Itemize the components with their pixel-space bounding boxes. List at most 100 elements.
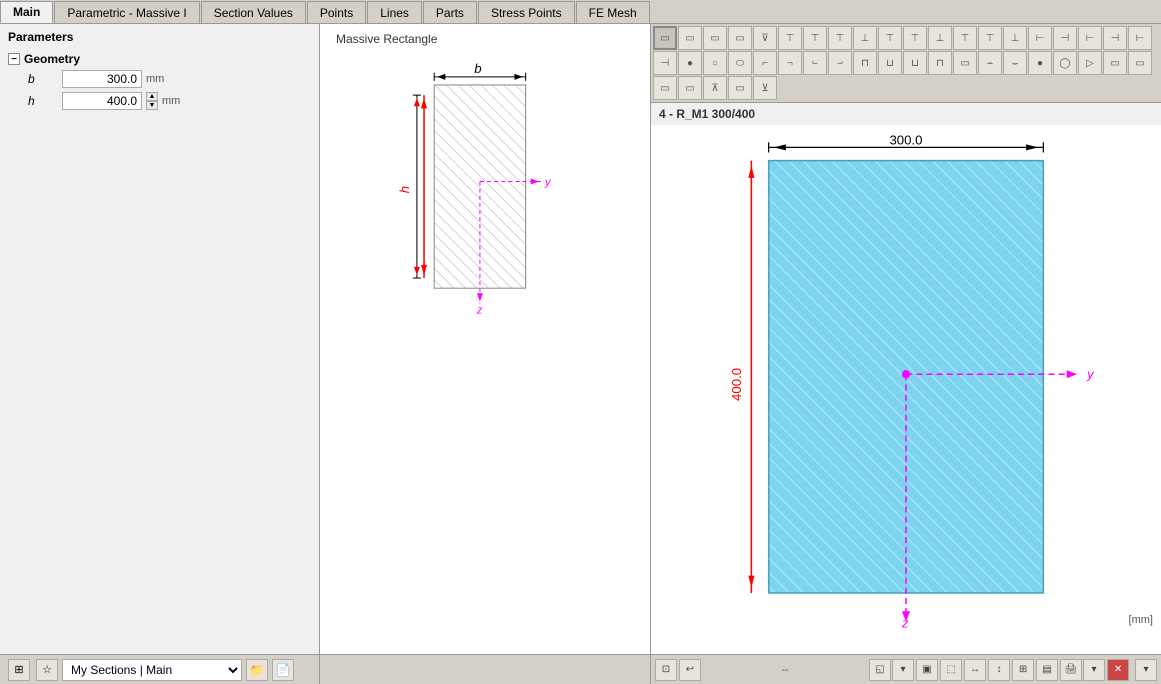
tab-lines[interactable]: Lines <box>367 1 422 23</box>
section-add-icon[interactable]: 📄 <box>272 659 294 681</box>
toolbar-icon-17[interactable]: ⊣ <box>1053 26 1077 50</box>
toolbar-icon-39[interactable]: ⊻ <box>753 76 777 100</box>
tab-main[interactable]: Main <box>0 1 53 23</box>
rbar-group-7: ▤ <box>1036 659 1058 681</box>
view-icon-dropdown[interactable]: ▾ <box>892 659 914 681</box>
toolbar-icon-18[interactable]: ⊢ <box>1078 26 1102 50</box>
toolbar-icon-38[interactable]: ▭ <box>728 76 752 100</box>
svg-text:b: b <box>474 61 481 76</box>
toolbar-icon-custom[interactable]: ● <box>1028 51 1052 75</box>
toolbar-icon-arc2[interactable]: ⌣ <box>1003 51 1027 75</box>
toolbar-icon-31[interactable]: ◯ <box>1053 51 1077 75</box>
section-dropdown[interactable]: My Sections | Main <box>62 659 242 681</box>
view-icon-3[interactable]: ⬚ <box>940 659 962 681</box>
bottom-center <box>320 654 651 684</box>
toolbar-icon-37[interactable]: ⊼ <box>703 76 727 100</box>
toolbar-icon-11[interactable]: ⊤ <box>903 26 927 50</box>
toolbar-icon-2[interactable]: ▭ <box>678 26 702 50</box>
collapse-icon[interactable]: − <box>8 53 20 65</box>
zoom-back-icon[interactable]: ↩ <box>679 659 701 681</box>
toolbar-icon-8[interactable]: ⊤ <box>828 26 852 50</box>
toolbar-icon-9[interactable]: ⊥ <box>853 26 877 50</box>
view-icon-1[interactable]: ◱ <box>869 659 891 681</box>
param-b-input[interactable] <box>62 70 142 88</box>
toolbar-icon-14[interactable]: ⊤ <box>978 26 1002 50</box>
zoom-fit-icon[interactable]: ⊡ <box>655 659 677 681</box>
toolbar-icon-4[interactable]: ▭ <box>728 26 752 50</box>
tab-section-values[interactable]: Section Values <box>201 1 306 23</box>
toolbar-icon-l3[interactable]: ⌐ <box>803 51 827 75</box>
diagram-title: Massive Rectangle <box>336 32 437 46</box>
toolbar-icon-10[interactable]: ⊤ <box>878 26 902 50</box>
toolbar-icon-l2[interactable]: ⌐ <box>778 51 802 75</box>
toolbar-icon-u2[interactable]: ⊔ <box>878 51 902 75</box>
settings-icon[interactable]: ✕ <box>1107 659 1129 681</box>
toolbar-icon-u1[interactable]: ⊓ <box>853 51 877 75</box>
toolbar-icon-arc1[interactable]: ⌢ <box>978 51 1002 75</box>
toolbar-icon-13[interactable]: ⊤ <box>953 26 977 50</box>
toolbar-icon-20[interactable]: ⊢ <box>1128 26 1152 50</box>
right-diagram: 300.0 400.0 y z <box>651 125 1161 654</box>
view-icon-2[interactable]: ▣ <box>916 659 938 681</box>
tab-parametric[interactable]: Parametric - Massive I <box>54 1 199 23</box>
add-section-icon[interactable]: ☆ <box>36 659 58 681</box>
toolbar-icon-rect[interactable]: ▭ <box>653 26 677 50</box>
print-dropdown[interactable]: ▾ <box>1083 659 1105 681</box>
view-icon-6[interactable]: ⊞ <box>1012 659 1034 681</box>
toolbar-icon-7[interactable]: ⊤ <box>803 26 827 50</box>
icon-toolbar: ▭ ▭ ▭ ▭ ⊽ ⊤ ⊤ ⊤ ⊥ ⊤ ⊤ ⊥ ⊤ ⊤ ⊥ ⊢ ⊣ ⊢ ⊣ ⊢ … <box>651 24 1161 103</box>
toolbar-icon-33[interactable]: ▭ <box>1103 51 1127 75</box>
param-h-up[interactable]: ▲ <box>146 92 158 101</box>
toolbar-icon-12[interactable]: ⊥ <box>928 26 952 50</box>
tab-fe-mesh[interactable]: FE Mesh <box>576 1 650 23</box>
toolbar-icon-15[interactable]: ⊥ <box>1003 26 1027 50</box>
section-folder-icon[interactable]: 📁 <box>246 659 268 681</box>
toolbar-icon-l1[interactable]: ⌐ <box>753 51 777 75</box>
param-b-label: b <box>28 72 58 86</box>
toolbar-icon-l4[interactable]: ⌐ <box>828 51 852 75</box>
toolbar-icon-19[interactable]: ⊣ <box>1103 26 1127 50</box>
param-row-h: h ▲ ▼ mm <box>8 90 311 112</box>
svg-text:300.0: 300.0 <box>889 132 922 147</box>
toolbar-icon-u4[interactable]: ⊓ <box>928 51 952 75</box>
rbar-group-6: ⊞ <box>1012 659 1034 681</box>
param-h-input[interactable] <box>62 92 142 110</box>
toolbar-icon-5[interactable]: ⊽ <box>753 26 777 50</box>
toolbar-icon-u3[interactable]: ⊔ <box>903 51 927 75</box>
rbar-group-3: ⬚ <box>940 659 962 681</box>
toolbar-icon-circle[interactable]: ● <box>678 51 702 75</box>
toolbar-icon-36[interactable]: ▭ <box>678 76 702 100</box>
param-b-unit: mm <box>146 73 164 85</box>
param-h-down[interactable]: ▼ <box>146 101 158 110</box>
left-panel: Parameters − Geometry b mm h ▲ ▼ mm <box>0 24 320 654</box>
rbar-group-4: ↔ <box>964 659 986 681</box>
tab-parts[interactable]: Parts <box>423 1 477 23</box>
param-h-unit: mm <box>162 95 180 107</box>
toolbar-icon-u5[interactable]: ▭ <box>953 51 977 75</box>
svg-text:400.0: 400.0 <box>729 368 744 401</box>
left-status-icon[interactable]: ⊞ <box>8 659 30 681</box>
toolbar-icon-34[interactable]: ▭ <box>1128 51 1152 75</box>
param-row-b: b mm <box>8 68 311 90</box>
unit-label: [mm] <box>1129 614 1153 626</box>
bottom-row: ⊞ ☆ My Sections | Main 📁 📄 ⊡ ↩ -- ◱ ▾ ▣ … <box>0 654 1161 684</box>
view-icon-4[interactable]: ↔ <box>964 659 986 681</box>
view-icon-7[interactable]: ▤ <box>1036 659 1058 681</box>
center-diagram: b h <box>320 24 650 654</box>
toolbar-icon-35[interactable]: ▭ <box>653 76 677 100</box>
tab-stress-points[interactable]: Stress Points <box>478 1 575 23</box>
print-icon[interactable]: 🖨 <box>1060 659 1082 681</box>
toolbar-icon-ring[interactable]: ○ <box>703 51 727 75</box>
view-icon-5[interactable]: ↕ <box>988 659 1010 681</box>
right-diagram-area: 300.0 400.0 y z <box>651 125 1161 654</box>
scroll-down-icon[interactable]: ▾ <box>1135 659 1157 681</box>
toolbar-icon-ellipse[interactable]: ⬭ <box>728 51 752 75</box>
geometry-section: − Geometry b mm h ▲ ▼ mm <box>0 48 319 114</box>
toolbar-icon-3[interactable]: ▭ <box>703 26 727 50</box>
toolbar-icon-6[interactable]: ⊤ <box>778 26 802 50</box>
bottom-left: ⊞ ☆ My Sections | Main 📁 📄 <box>0 654 320 684</box>
toolbar-icon-16[interactable]: ⊢ <box>1028 26 1052 50</box>
tab-points[interactable]: Points <box>307 1 366 23</box>
toolbar-icon-32[interactable]: ▷ <box>1078 51 1102 75</box>
toolbar-icon-21[interactable]: ⊣ <box>653 51 677 75</box>
